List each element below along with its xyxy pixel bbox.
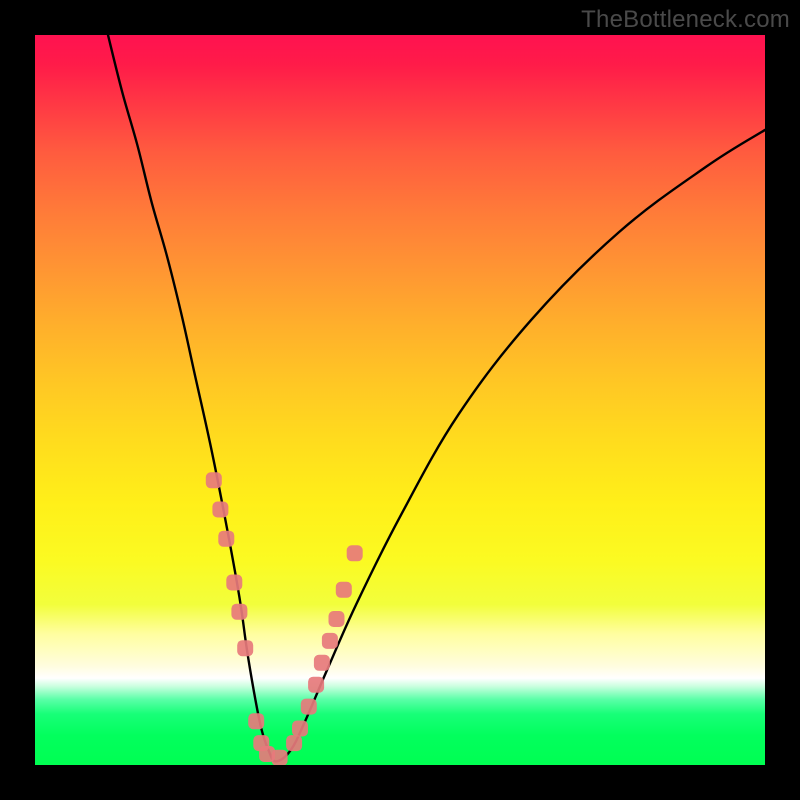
data-marker [301,699,317,715]
data-marker [336,582,352,598]
watermark-text: TheBottleneck.com [581,6,790,34]
data-marker [286,735,302,751]
data-marker [292,721,308,737]
data-marker [231,604,247,620]
data-marker [226,575,242,591]
plot-area [35,35,765,765]
bottleneck-curve [108,35,765,761]
marker-group [206,472,363,765]
data-marker [347,545,363,561]
chart-svg [35,35,765,765]
data-marker [272,750,288,765]
data-marker [308,677,324,693]
data-marker [248,713,264,729]
data-marker [237,640,253,656]
chart-frame: TheBottleneck.com [0,0,800,800]
data-marker [329,611,345,627]
data-marker [212,502,228,518]
data-marker [206,472,222,488]
data-marker [218,531,234,547]
data-marker [322,633,338,649]
data-marker [314,655,330,671]
